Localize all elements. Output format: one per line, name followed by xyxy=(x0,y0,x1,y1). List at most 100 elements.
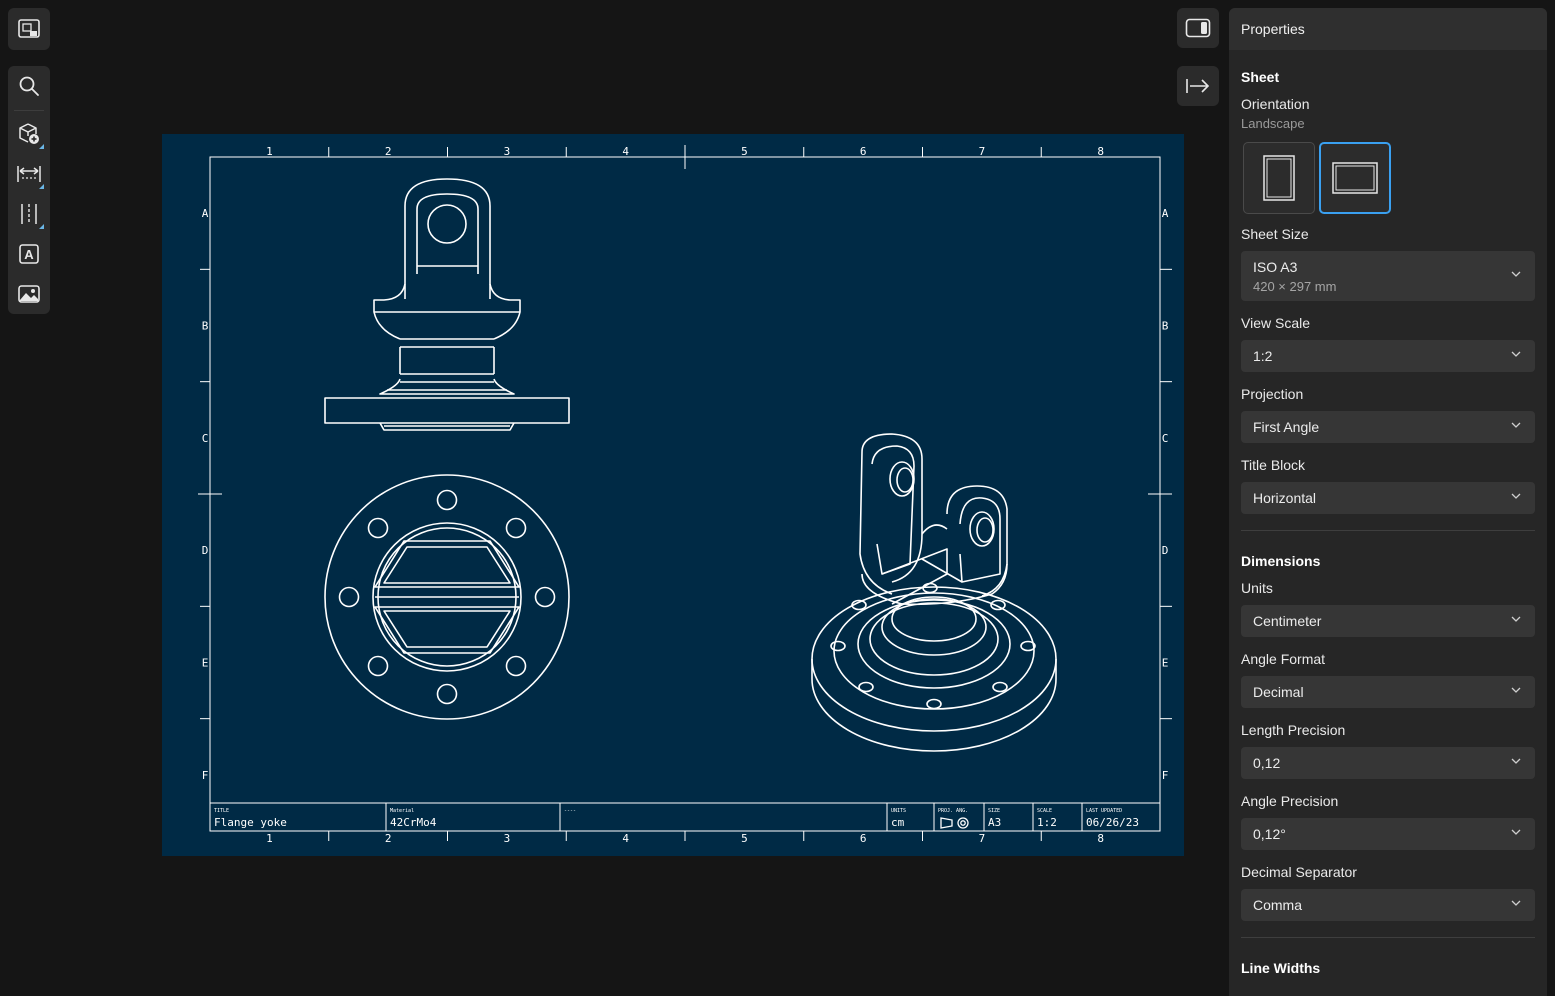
chevron-down-icon xyxy=(1511,758,1521,764)
landscape-icon xyxy=(1332,162,1378,194)
toolbar-divider xyxy=(14,110,44,111)
sheet-size-select[interactable]: ISO A3 420 × 297 mm xyxy=(1241,251,1535,301)
line-widths-section-title: Line Widths xyxy=(1241,960,1321,976)
chevron-down-icon xyxy=(1511,493,1521,499)
row-label: A xyxy=(1162,207,1169,220)
column-label: 7 xyxy=(979,832,986,845)
angle-format-select[interactable]: Decimal xyxy=(1241,676,1535,708)
tb-scale: 1:2 xyxy=(1037,816,1057,829)
title-block-select[interactable]: Horizontal xyxy=(1241,482,1535,514)
chevron-down-icon xyxy=(1511,351,1521,357)
sheet-section-title: Sheet xyxy=(1241,69,1280,85)
image-button[interactable] xyxy=(8,274,50,314)
portrait-option[interactable] xyxy=(1243,142,1315,214)
tb-material: 42CrMo4 xyxy=(390,816,437,829)
chevron-down-icon xyxy=(1511,616,1521,622)
view-scale-select[interactable]: 1:2 xyxy=(1241,340,1535,372)
tb-blank-label: ---- xyxy=(564,808,576,814)
toggle-panel-button[interactable] xyxy=(1177,8,1219,48)
add-view-button[interactable] xyxy=(8,114,50,154)
export-button[interactable] xyxy=(1177,66,1219,106)
length-precision-select[interactable]: 0,12 xyxy=(1241,747,1535,779)
projection-select[interactable]: First Angle xyxy=(1241,411,1535,443)
row-label: C xyxy=(1162,432,1169,445)
drawing-sheet-button[interactable] xyxy=(8,8,50,50)
angle-precision-select[interactable]: 0,12° xyxy=(1241,818,1535,850)
angle-precision-label: Angle Precision xyxy=(1241,793,1339,809)
column-label: 4 xyxy=(622,145,629,158)
view-scale-label: View Scale xyxy=(1241,315,1311,331)
decimal-separator-label: Decimal Separator xyxy=(1241,864,1357,880)
add-view-icon xyxy=(19,123,39,144)
column-label: 6 xyxy=(860,832,867,845)
chevron-down-icon xyxy=(1511,271,1521,277)
tool-group: A xyxy=(8,66,50,314)
title-block xyxy=(210,802,1160,831)
drawing-frame xyxy=(209,156,1161,832)
tb-scale-label: SCALE xyxy=(1037,808,1052,814)
row-label: C xyxy=(202,432,209,445)
length-precision-label: Length Precision xyxy=(1241,722,1346,738)
toggle-panel-icon xyxy=(1185,18,1211,38)
centerline-button[interactable] xyxy=(8,194,50,234)
row-label: D xyxy=(202,544,209,557)
zone-ticks xyxy=(198,145,1172,841)
column-label: 6 xyxy=(860,145,867,158)
column-label: 2 xyxy=(385,832,392,845)
front-view[interactable] xyxy=(324,178,570,431)
top-view[interactable] xyxy=(324,474,570,720)
column-label: 1 xyxy=(266,832,273,845)
angle-format-label: Angle Format xyxy=(1241,651,1326,667)
tb-title: Flange yoke xyxy=(214,816,287,829)
zone-labels: 1 1 2 2 3 3 4 4 5 5 6 6 7 7 8 8 A A B B C C D D E E F F xyxy=(202,145,1169,845)
angle-precision-value: 0,12° xyxy=(1253,826,1286,842)
export-icon xyxy=(1186,79,1210,93)
length-precision-value: 0,12 xyxy=(1253,755,1281,771)
drawing-sheet[interactable]: 1 1 2 2 3 3 4 4 5 5 6 6 7 7 8 8 A A B B C C D D E E F F TITLE Flang… xyxy=(162,134,1184,856)
dimension-icon xyxy=(17,166,41,182)
angle-format-value: Decimal xyxy=(1253,684,1304,700)
first-angle-projection-icon xyxy=(940,817,969,829)
properties-panel: Properties Sheet Orientation Landscape S… xyxy=(1229,8,1547,996)
landscape-option[interactable] xyxy=(1319,142,1391,214)
row-label: A xyxy=(202,207,209,220)
sheet-size-value: ISO A3 xyxy=(1253,259,1298,275)
search-button[interactable] xyxy=(8,66,50,106)
title-block-value: Horizontal xyxy=(1253,490,1317,506)
isometric-view[interactable] xyxy=(811,433,1057,752)
column-label: 8 xyxy=(1097,832,1104,845)
tb-title-label: TITLE xyxy=(214,808,229,814)
row-label: D xyxy=(1162,544,1169,557)
dimension-button[interactable] xyxy=(8,154,50,194)
sheet-size-label: Sheet Size xyxy=(1241,226,1309,242)
units-select[interactable]: Centimeter xyxy=(1241,605,1535,637)
column-label: 7 xyxy=(979,145,986,158)
row-label: B xyxy=(1162,320,1169,333)
submenu-indicator xyxy=(39,144,44,149)
submenu-indicator xyxy=(39,224,44,229)
drawing-sheet-canvas: 1 1 2 2 3 3 4 4 5 5 6 6 7 7 8 8 A A B B C C D D E E F F TITLE Flang… xyxy=(198,145,1172,845)
projection-label: Projection xyxy=(1241,386,1304,402)
text-button[interactable]: A xyxy=(8,234,50,274)
row-label: F xyxy=(1162,769,1169,782)
tb-units-label: UNITS xyxy=(891,808,906,814)
orientation-value: Landscape xyxy=(1241,116,1305,131)
tb-size: A3 xyxy=(988,816,1001,829)
tb-units: cm xyxy=(891,816,905,829)
units-value: Centimeter xyxy=(1253,613,1322,629)
drawing-sheet-icon xyxy=(18,19,40,38)
decimal-separator-select[interactable]: Comma xyxy=(1241,889,1535,921)
panel-title: Properties xyxy=(1229,8,1547,50)
text-icon: A xyxy=(19,244,39,264)
row-label: B xyxy=(202,320,209,333)
row-label: E xyxy=(1162,657,1169,670)
row-label: E xyxy=(202,657,209,670)
column-label: 3 xyxy=(504,145,511,158)
cad-drawing-app: A 1122334455667788AABBCC D D E E F F TIT… xyxy=(0,0,1555,996)
tb-size-label: SIZE xyxy=(988,808,1000,814)
column-label: 5 xyxy=(741,832,748,845)
column-label: 2 xyxy=(385,145,392,158)
title-block-label: Title Block xyxy=(1241,457,1306,473)
image-icon xyxy=(18,285,40,303)
svg-text:A: A xyxy=(24,247,34,262)
